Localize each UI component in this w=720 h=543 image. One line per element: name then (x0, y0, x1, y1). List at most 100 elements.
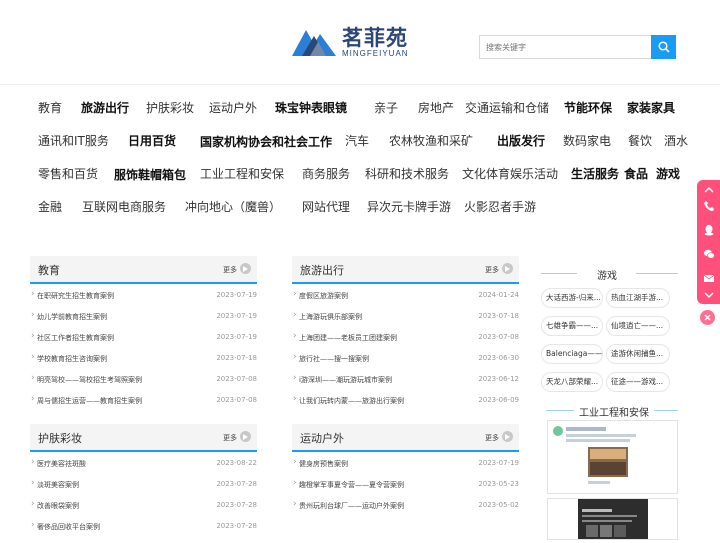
list-item-title[interactable]: 周与儒招生运营——教育招生案例 (37, 396, 142, 406)
arrow-right-icon[interactable] (240, 263, 251, 274)
category-link[interactable]: 文化体育娱乐活动 (462, 165, 558, 182)
case-thumbnail[interactable] (547, 420, 678, 494)
list-item-title[interactable]: 上海游玩俱乐部案例 (299, 312, 362, 322)
list-item[interactable]: 奢侈品回收平台案例 2023-07-28 (30, 517, 257, 538)
more-link[interactable]: 更多 (485, 265, 499, 275)
list-item[interactable]: 趣橙掌军事夏令营——夏令营案例 2023-05-23 (292, 475, 519, 496)
category-link[interactable]: 日用百货 (128, 132, 176, 149)
category-link[interactable]: 异次元卡牌手游 (367, 198, 451, 215)
game-tag[interactable]: 天龙八部荣耀... (541, 372, 603, 392)
list-item-title[interactable]: 度假区旅游案例 (299, 291, 348, 301)
category-link[interactable]: 房地产 (418, 99, 454, 116)
wechat-icon[interactable] (703, 248, 715, 260)
arrow-right-icon[interactable] (240, 431, 251, 442)
game-tag[interactable]: 仙境逍亡——... (606, 316, 670, 336)
category-link[interactable]: 汽车 (345, 132, 369, 149)
list-item[interactable]: 社区工作者招生教育案例 2023-07-19 (30, 328, 257, 349)
list-item[interactable]: 旅行社——搜一搜案例 2023-06-30 (292, 349, 519, 370)
list-item-title[interactable]: 健身房预售案例 (299, 459, 348, 469)
category-link[interactable]: 商务服务 (302, 165, 350, 182)
category-link[interactable]: 数码家电 (563, 132, 611, 149)
more-link[interactable]: 更多 (223, 265, 237, 275)
game-tag[interactable]: 七雄争霸——... (541, 316, 603, 336)
list-item-title[interactable]: 旅行社——搜一搜案例 (299, 354, 369, 364)
category-link[interactable]: 游戏 (656, 165, 680, 182)
category-link[interactable]: 农林牧渔和采矿 (389, 132, 473, 149)
mail-icon[interactable] (703, 272, 715, 284)
category-link[interactable]: 亲子 (374, 99, 398, 116)
list-item-title[interactable]: 幼儿学前教育招生案例 (37, 312, 107, 322)
list-item[interactable]: 度假区旅游案例 2024-01-24 (292, 286, 519, 307)
category-link[interactable]: 珠宝钟表眼镜 (275, 99, 347, 116)
chevron-down-icon[interactable] (703, 289, 715, 301)
search-button[interactable] (651, 35, 676, 59)
list-item[interactable]: 上海游玩俱乐部案例 2023-07-18 (292, 307, 519, 328)
list-item[interactable]: 周与儒招生运营——教育招生案例 2023-07-08 (30, 391, 257, 412)
category-link[interactable]: 家装家具 (627, 99, 675, 116)
category-link[interactable]: 服饰鞋帽箱包 (114, 166, 186, 183)
category-link[interactable]: 通讯和IT服务 (38, 132, 109, 149)
list-item-title[interactable]: 趣橙掌军事夏令营——夏令营案例 (299, 480, 404, 490)
game-tag[interactable]: 征途——游戏... (606, 372, 670, 392)
game-tag[interactable]: 途游休闲捕鱼... (606, 344, 670, 364)
list-item[interactable]: 贵州玩利台球厂——运动户外案例 2023-05-02 (292, 496, 519, 517)
category-link[interactable]: 教育 (38, 99, 62, 116)
list-item[interactable]: 明亮驾校——驾校招生考驾照案例 2023-07-08 (30, 370, 257, 391)
list-item[interactable]: 幼儿学前教育招生案例 2023-07-19 (30, 307, 257, 328)
qq-icon[interactable] (703, 224, 715, 236)
list-item-title[interactable]: 社区工作者招生教育案例 (37, 333, 114, 343)
category-link[interactable]: 金融 (38, 198, 62, 215)
category-link[interactable]: 餐饮 (628, 132, 652, 149)
more-link[interactable]: 更多 (223, 433, 237, 443)
list-item[interactable]: 学校教育招生咨询案例 2023-07-18 (30, 349, 257, 370)
category-link[interactable]: 出版发行 (497, 132, 545, 149)
list-item-title[interactable]: 让我们玩转内蒙——旅游出行案例 (299, 396, 404, 406)
search-input[interactable] (479, 35, 651, 59)
list-item-title[interactable]: i游深圳——潮玩游玩城市案例 (299, 375, 392, 385)
category-link[interactable]: 网站代理 (302, 198, 350, 215)
category-link[interactable]: 护肤彩妆 (146, 99, 194, 116)
category-link[interactable]: 旅游出行 (81, 99, 129, 116)
game-tag[interactable]: Balenciaga——... (541, 344, 603, 364)
category-link[interactable]: 运动户外 (209, 99, 257, 116)
list-item[interactable]: 在职研究生招生教育案例 2023-07-19 (30, 286, 257, 307)
list-item-title[interactable]: 贵州玩利台球厂——运动户外案例 (299, 501, 404, 511)
list-item-title[interactable]: 奢侈品回收平台案例 (37, 522, 100, 532)
category-link[interactable]: 酒水 (664, 132, 688, 149)
category-link[interactable]: 食品 (624, 165, 648, 182)
category-link[interactable]: 交通运输和仓储 (465, 99, 549, 116)
list-item-title[interactable]: 明亮驾校——驾校招生考驾照案例 (37, 375, 142, 385)
arrow-right-icon[interactable] (502, 431, 513, 442)
category-link[interactable]: 零售和百货 (38, 165, 98, 182)
chevron-up-icon[interactable] (703, 184, 715, 196)
list-item[interactable]: 淡斑美容案例 2023-07-28 (30, 475, 257, 496)
category-link[interactable]: 生活服务 (571, 165, 619, 182)
list-item-title[interactable]: 淡斑美容案例 (37, 480, 79, 490)
list-item-title[interactable]: 上海团建——老板员工团建案例 (299, 333, 397, 343)
case-thumbnail[interactable] (547, 498, 678, 540)
category-link[interactable]: 节能环保 (564, 99, 612, 116)
phone-icon[interactable] (703, 200, 715, 212)
category-link[interactable]: 互联网电商服务 (82, 198, 166, 215)
site-logo[interactable]: 茗菲苑 MINGFEIYUAN (292, 22, 414, 60)
more-link[interactable]: 更多 (485, 433, 499, 443)
category-link[interactable]: 国家机构协会和社会工作 (200, 133, 332, 150)
list-item[interactable]: 上海团建——老板员工团建案例 2023-07-08 (292, 328, 519, 349)
list-item-title[interactable]: 改善眼袋案例 (37, 501, 79, 511)
category-link[interactable]: 科研和技术服务 (365, 165, 449, 182)
game-tag[interactable]: 热血江湖手游... (606, 288, 670, 308)
category-link[interactable]: 冲向地心（魔兽） (185, 198, 281, 215)
list-item[interactable]: 健身房预售案例 2023-07-19 (292, 454, 519, 475)
category-link[interactable]: 火影忍者手游 (464, 198, 536, 215)
list-item-title[interactable]: 在职研究生招生教育案例 (37, 291, 114, 301)
list-item[interactable]: 让我们玩转内蒙——旅游出行案例 2023-06-09 (292, 391, 519, 412)
list-item[interactable]: 改善眼袋案例 2023-07-28 (30, 496, 257, 517)
game-tag[interactable]: 大话西游-归来... (541, 288, 603, 308)
list-item[interactable]: i游深圳——潮玩游玩城市案例 2023-06-12 (292, 370, 519, 391)
list-item[interactable]: 医疗美容祛斑酸 2023-08-22 (30, 454, 257, 475)
category-link[interactable]: 工业工程和安保 (200, 165, 284, 182)
list-item-title[interactable]: 医疗美容祛斑酸 (37, 459, 86, 469)
arrow-right-icon[interactable] (502, 263, 513, 274)
close-icon[interactable] (700, 310, 715, 325)
list-item-title[interactable]: 学校教育招生咨询案例 (37, 354, 107, 364)
